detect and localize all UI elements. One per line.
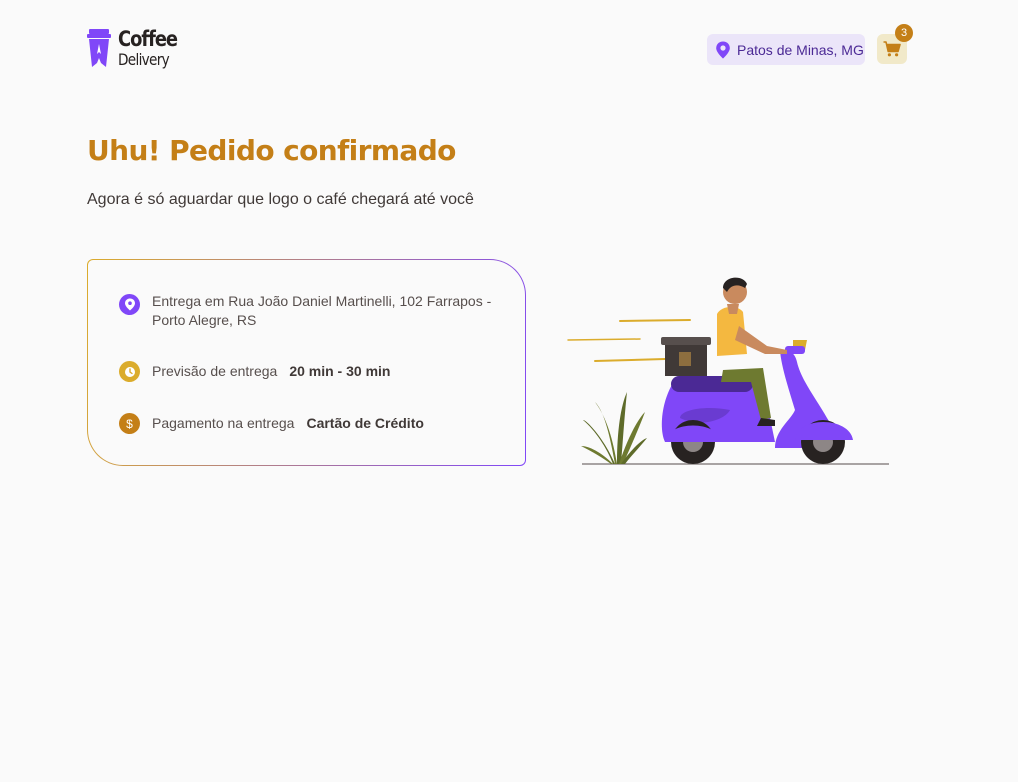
- map-pin-icon: [716, 41, 730, 58]
- payment-value: Cartão de Crédito: [306, 415, 424, 431]
- delivery-time-text: Previsão de entrega 20 min - 30 min: [152, 362, 390, 381]
- delivery-address-row: Entrega em Rua João Daniel Martinelli, 1…: [119, 292, 497, 330]
- logo-text-delivery: Delivery: [118, 50, 170, 69]
- coffee-delivery-logo[interactable]: Coffee Delivery: [87, 28, 187, 68]
- page-subtitle: Agora é só aguardar que logo o café cheg…: [87, 191, 474, 208]
- plant: [581, 392, 647, 464]
- currency-dollar-icon: $: [119, 413, 140, 434]
- delivery-box: [661, 337, 711, 376]
- payment-text: Pagamento na entrega Cartão de Crédito: [152, 414, 424, 433]
- delivery-time-label: Previsão de entrega: [152, 363, 278, 379]
- app-header: Coffee Delivery Patos de Minas, MG 3: [87, 24, 913, 70]
- shopping-cart-icon: [883, 41, 901, 57]
- map-pin-icon: [119, 294, 140, 315]
- delivery-address-text: Entrega em Rua João Daniel Martinelli, 1…: [152, 293, 492, 328]
- payment-row: $ Pagamento na entrega Cartão de Crédito: [119, 413, 424, 434]
- cart-count-badge: 3: [895, 24, 913, 42]
- delivery-time-row: Previsão de entrega 20 min - 30 min: [119, 361, 390, 382]
- location-label: Patos de Minas, MG: [737, 41, 864, 58]
- coffee-cup-logo-icon: [87, 29, 111, 67]
- logo-text-coffee: Coffee: [118, 27, 178, 51]
- delivery-scooter-illustration: [567, 277, 889, 465]
- timer-icon: [119, 361, 140, 382]
- payment-label: Pagamento na entrega: [152, 415, 295, 431]
- location-button[interactable]: Patos de Minas, MG: [707, 34, 865, 65]
- delivery-time-value: 20 min - 30 min: [289, 363, 391, 379]
- page-title: Uhu! Pedido confirmado: [87, 134, 456, 167]
- order-info-card: Entrega em Rua João Daniel Martinelli, 1…: [87, 259, 526, 466]
- logo-text: Coffee Delivery: [118, 28, 187, 68]
- order-info-card-body: Entrega em Rua João Daniel Martinelli, 1…: [88, 260, 525, 465]
